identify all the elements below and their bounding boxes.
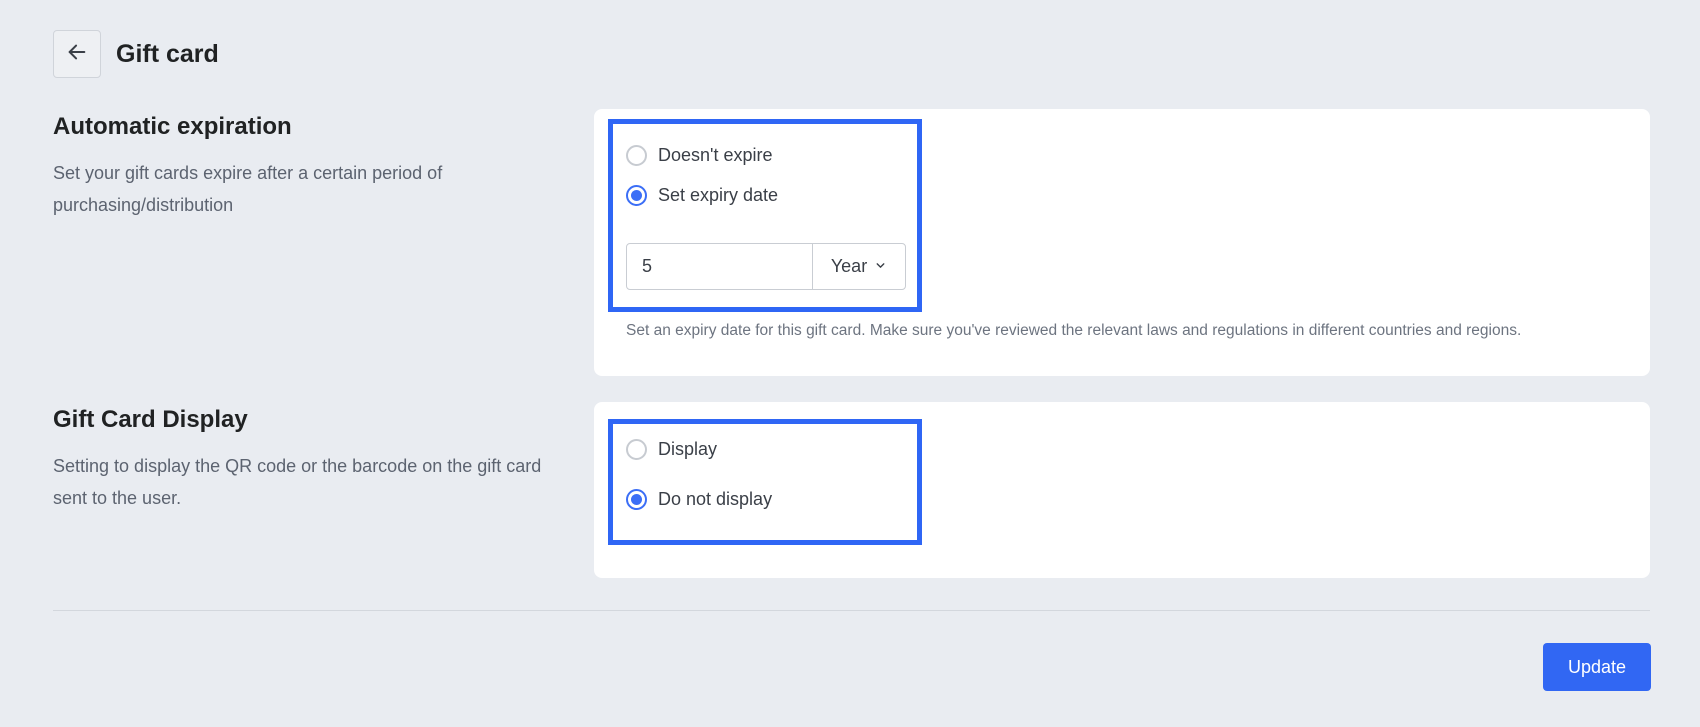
expiry-amount-input[interactable] [627,244,813,289]
radio-circle[interactable] [626,439,647,460]
radio-circle[interactable] [626,145,647,166]
radio-circle[interactable] [626,489,647,510]
display-section-info: Gift Card Display Setting to display the… [53,406,563,514]
display-description: Setting to display the QR code or the ba… [53,456,542,508]
footer-divider [53,610,1650,611]
chevron-down-icon [867,256,887,277]
display-card: Display Do not display [594,402,1650,578]
page-header: Gift card [53,30,219,78]
radio-do-not-display[interactable]: Do not display [626,489,772,510]
page-title: Gift card [116,39,219,68]
expiry-duration-group: Year [626,243,906,290]
expiration-description: Set your gift cards expire after a certa… [53,163,443,215]
expiry-unit-select[interactable]: Year [813,244,905,289]
expiration-title: Automatic expiration [53,113,292,140]
display-title: Gift Card Display [53,406,248,433]
radio-label: Set expiry date [658,185,779,205]
radio-label: Doesn't expire [658,145,773,165]
radio-doesnt-expire[interactable]: Doesn't expire [626,145,773,166]
expiration-card: Doesn't expire Set expiry date Year Set … [594,109,1650,376]
expiry-unit-value: Year [830,256,868,276]
arrow-left-icon [66,41,88,68]
radio-display[interactable]: Display [626,439,717,460]
update-button[interactable]: Update [1543,643,1651,691]
radio-label: Do not display [658,489,773,509]
radio-label: Display [658,439,718,459]
radio-set-expiry-date[interactable]: Set expiry date [626,185,778,206]
expiration-section-info: Automatic expiration Set your gift cards… [53,113,563,221]
display-highlight-box [608,419,922,545]
back-button[interactable] [53,30,101,78]
radio-circle[interactable] [626,185,647,206]
expiry-help-text: Set an expiry date for this gift card. M… [626,322,1522,339]
